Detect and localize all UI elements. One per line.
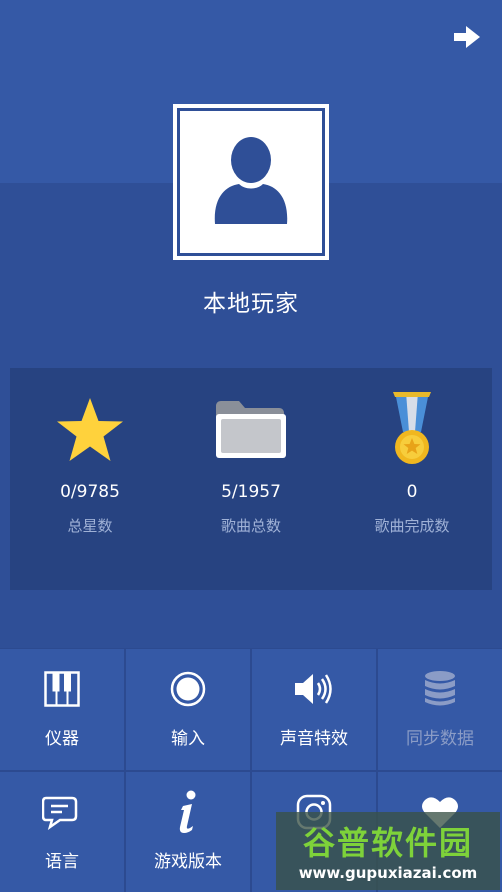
menu-item-label: 游戏版本 [154, 852, 222, 872]
watermark: 谷普软件园 www.gupuxiazai.com [276, 812, 500, 890]
watermark-url: www.gupuxiazai.com [298, 864, 478, 882]
speaker-icon [295, 674, 332, 704]
avatar[interactable] [173, 104, 329, 260]
stat-total-songs: 5/1957 歌曲总数 [171, 368, 331, 590]
stat-label: 歌曲完成数 [374, 517, 450, 535]
player-name: 本地玩家 [203, 291, 299, 317]
stat-total-stars: 0/9785 总星数 [10, 368, 170, 590]
stat-value: 5/1957 [221, 482, 281, 502]
menu-item-sound-effects[interactable]: 声音特效 [252, 649, 376, 770]
stat-label: 歌曲总数 [220, 517, 281, 535]
folder-icon [216, 401, 286, 458]
menu-item-label: 仪器 [45, 729, 79, 749]
logout-button[interactable] [450, 22, 484, 52]
menu-item-language[interactable]: 语言 [0, 772, 124, 892]
user-silhouette-icon [214, 137, 288, 224]
speech-bubble-icon [42, 796, 78, 830]
stats-panel: 0/9785 总星数 5/1957 歌曲总数 0 歌曲完成数 [10, 368, 492, 590]
menu-item-input[interactable]: 输入 [126, 649, 250, 770]
menu-item-sync-data[interactable]: 同步数据 [378, 649, 502, 770]
watermark-title: 谷普软件园 [302, 824, 473, 862]
database-icon [425, 671, 455, 706]
medal-icon [393, 392, 431, 464]
arrow-right-icon [454, 26, 480, 48]
stat-songs-completed: 0 歌曲完成数 [332, 368, 492, 590]
stat-value: 0/9785 [60, 482, 120, 502]
info-icon [179, 790, 196, 833]
stat-value: 0 [406, 482, 418, 502]
stat-label: 总星数 [67, 517, 113, 535]
record-circle-icon [170, 671, 206, 707]
piano-keys-icon [44, 671, 80, 707]
menu-item-label: 同步数据 [406, 729, 474, 749]
menu-item-label: 语言 [45, 852, 79, 872]
star-icon [57, 398, 123, 461]
menu-item-label: 输入 [171, 729, 205, 749]
menu-item-label: 声音特效 [280, 729, 348, 749]
menu-item-instrument[interactable]: 仪器 [0, 649, 124, 770]
avatar-inner [177, 108, 325, 256]
menu-item-game-version[interactable]: 游戏版本 [126, 772, 250, 892]
